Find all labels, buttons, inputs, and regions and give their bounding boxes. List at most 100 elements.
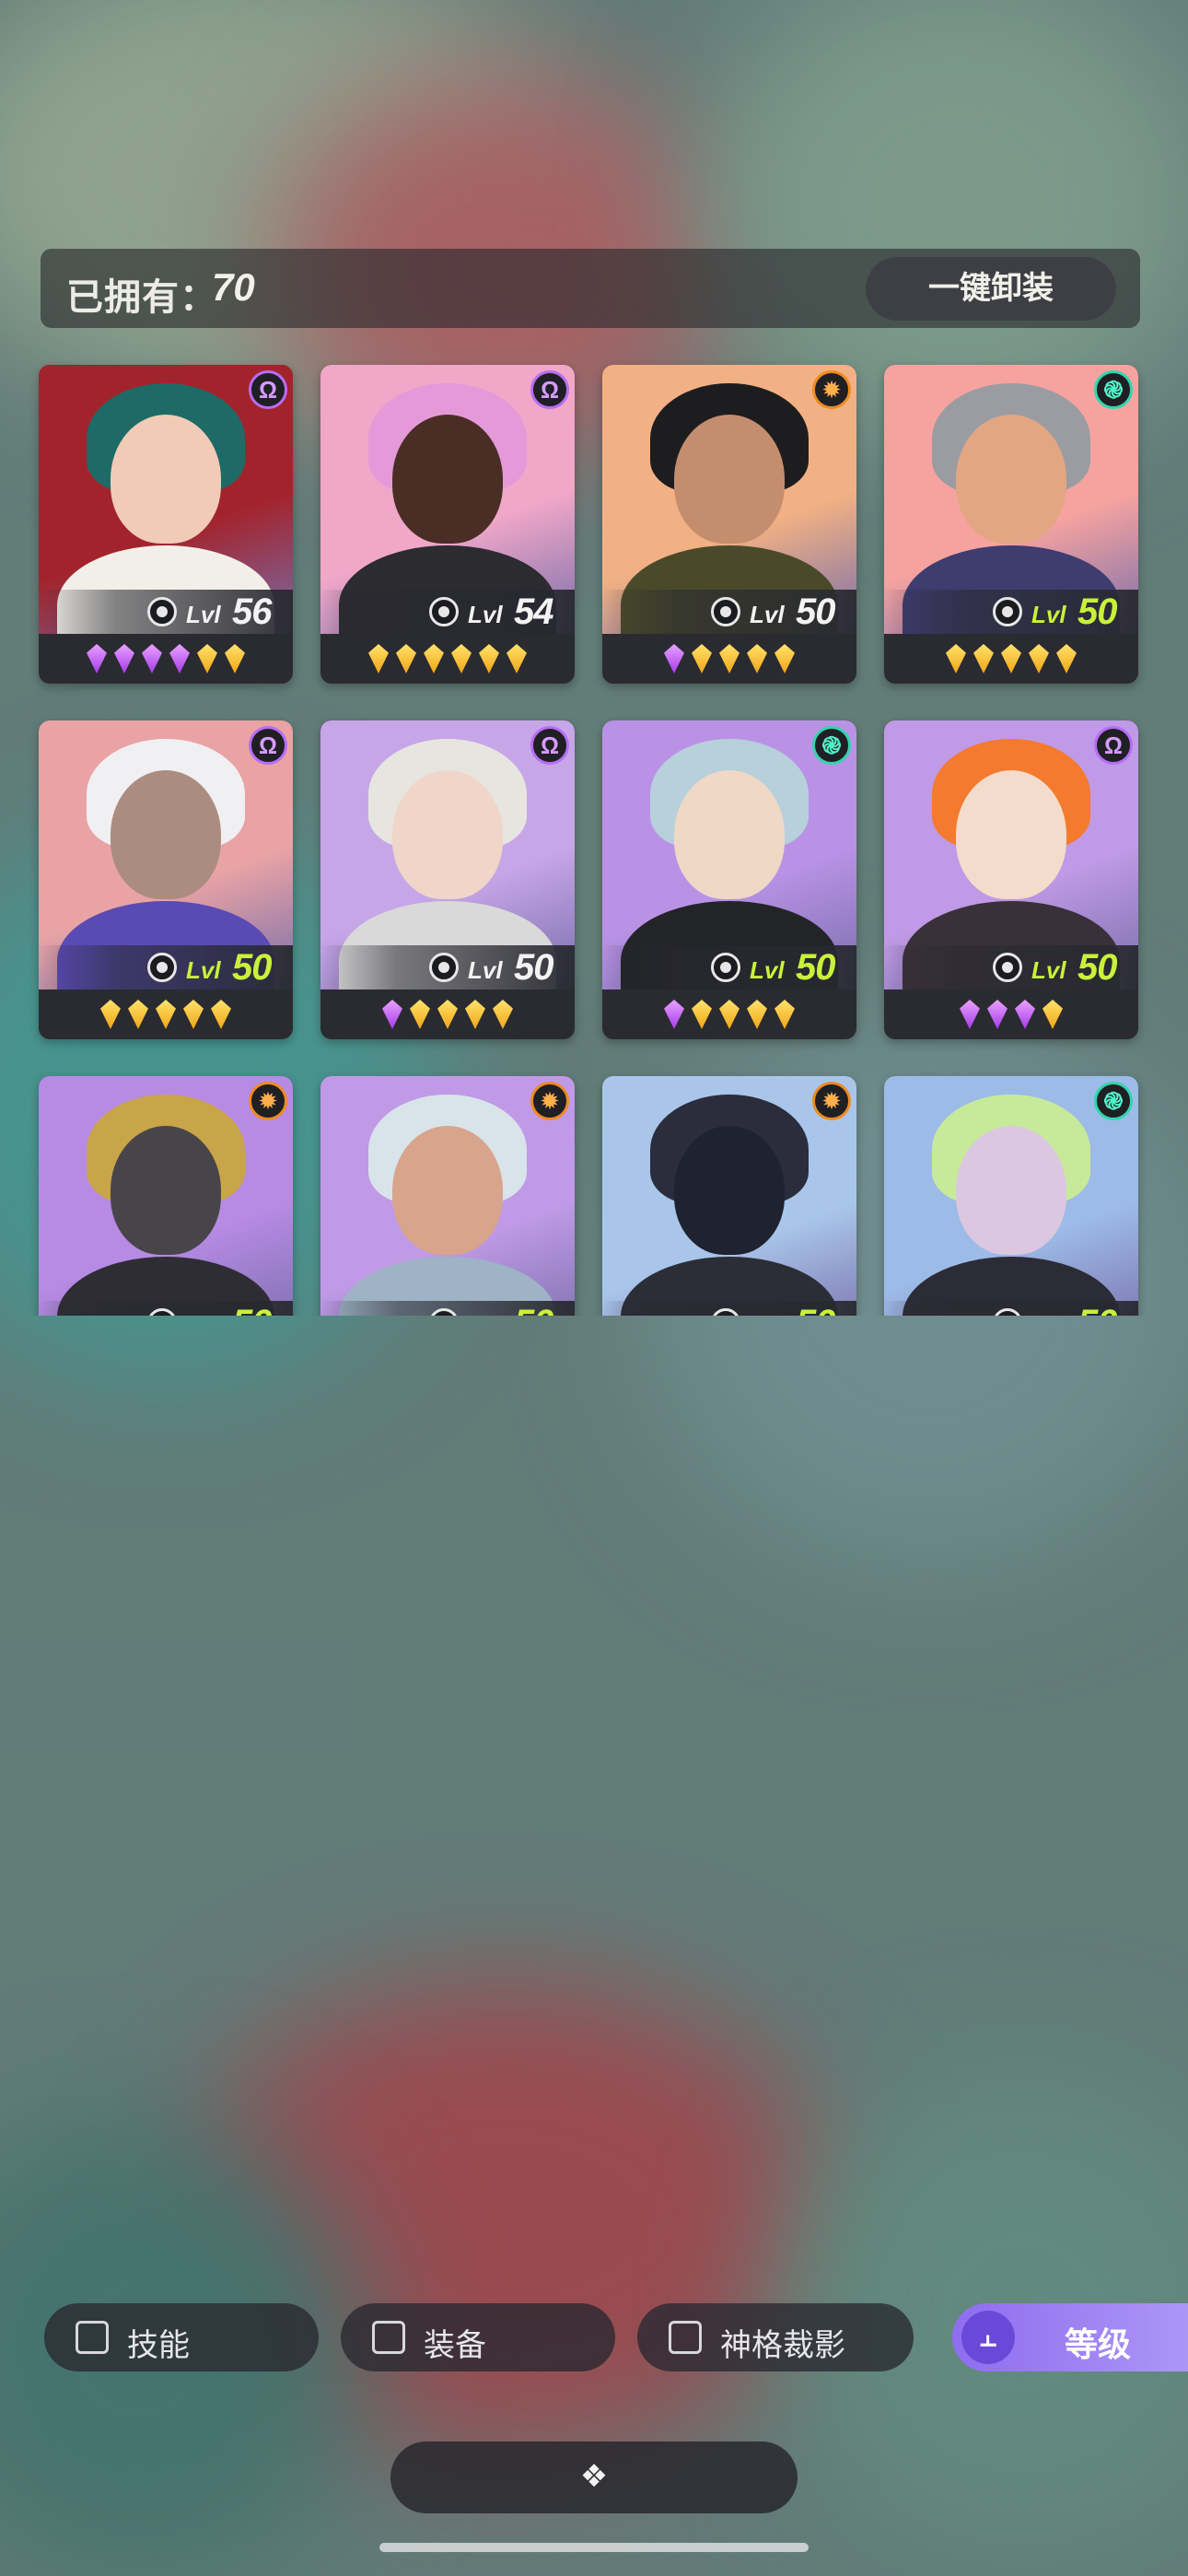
level-prefix: Lvl xyxy=(750,601,785,628)
rank-gems xyxy=(320,995,575,1034)
rank-gems xyxy=(39,639,293,678)
hero-card[interactable]: ✹ Lvl 50 xyxy=(602,1076,856,1316)
skill-filter[interactable]: 技能 xyxy=(44,2303,319,2371)
hero-level: 50 xyxy=(232,947,272,988)
owned-heroes-bar: 已拥有： 70 一键卸装 xyxy=(41,249,1140,328)
purple-gem-icon xyxy=(960,1000,980,1029)
level-prefix: Lvl xyxy=(1031,601,1066,628)
aperture-icon xyxy=(993,597,1022,626)
gold-gem-icon xyxy=(1001,644,1021,673)
gold-gem-icon xyxy=(465,1000,485,1029)
gold-gem-icon xyxy=(719,1000,740,1029)
gold-gem-icon xyxy=(747,644,767,673)
gold-gem-icon xyxy=(437,1000,458,1029)
hero-level: 54 xyxy=(514,591,553,632)
gold-gem-icon xyxy=(719,644,740,673)
hero-level: 50 xyxy=(514,1303,553,1316)
gold-gem-icon xyxy=(692,644,712,673)
rank-gems xyxy=(884,639,1138,678)
gold-gem-icon xyxy=(396,644,416,673)
hero-level: 50 xyxy=(1077,1303,1117,1316)
sort-by-level-button[interactable]: ⫠ 等级 xyxy=(952,2303,1188,2371)
gold-gem-icon xyxy=(1056,644,1077,673)
aperture-icon xyxy=(993,953,1022,982)
hero-card[interactable]: ֎ Lvl 50 xyxy=(884,365,1138,684)
level-prefix: Lvl xyxy=(468,956,503,984)
hero-card[interactable]: ֎ Lvl 50 xyxy=(884,1076,1138,1316)
equipment-filter-label: 装备 xyxy=(424,2328,486,2363)
gold-gem-icon xyxy=(775,644,795,673)
gold-gem-icon xyxy=(100,1000,121,1029)
tide-class-icon: ֎ xyxy=(812,726,851,765)
hero-card[interactable]: Ω Lvl 50 xyxy=(39,720,293,1039)
purple-gem-icon xyxy=(382,1000,402,1029)
rank-gems xyxy=(320,639,575,678)
gold-gem-icon xyxy=(692,1000,712,1029)
void-class-icon: Ω xyxy=(1094,726,1133,765)
solar-class-icon: ✹ xyxy=(249,1082,287,1120)
hero-card[interactable]: Ω Lvl 50 xyxy=(884,720,1138,1039)
level-prefix: Lvl xyxy=(1031,956,1066,984)
void-class-icon: Ω xyxy=(530,370,569,409)
aperture-icon xyxy=(429,953,459,982)
hero-level: 50 xyxy=(796,591,835,632)
solar-class-icon: ✹ xyxy=(812,370,851,409)
unequip-all-button[interactable]: 一键卸装 xyxy=(866,256,1116,321)
equipment-checkbox[interactable] xyxy=(372,2321,405,2354)
gold-gem-icon xyxy=(493,1000,513,1029)
level-prefix: Lvl xyxy=(1031,1312,1066,1316)
purple-gem-icon xyxy=(1015,1000,1035,1029)
level-prefix: Lvl xyxy=(186,956,221,984)
purple-gem-icon xyxy=(664,644,684,673)
collapse-panel-button[interactable]: ❖ xyxy=(390,2441,798,2513)
sort-label: 等级 xyxy=(1065,2325,1132,2363)
gold-gem-icon xyxy=(368,644,389,673)
hero-level: 50 xyxy=(232,1303,272,1316)
owned-count: 70 xyxy=(212,265,255,309)
equipment-filter[interactable]: 装备 xyxy=(341,2303,615,2371)
hero-level: 50 xyxy=(796,1303,835,1316)
hero-card[interactable]: Ω Lvl 56 xyxy=(39,365,293,684)
gold-gem-icon xyxy=(451,644,472,673)
hero-level: 50 xyxy=(514,947,553,988)
level-prefix: Lvl xyxy=(750,956,785,984)
hero-card[interactable]: ✹ Lvl 50 xyxy=(39,1076,293,1316)
hero-card[interactable]: Ω Lvl 50 xyxy=(320,720,575,1039)
divine-checkbox[interactable] xyxy=(669,2321,702,2354)
divine-filter-label: 神格裁影 xyxy=(720,2328,845,2363)
gold-gem-icon xyxy=(775,1000,795,1029)
void-class-icon: Ω xyxy=(249,726,287,765)
hero-grid[interactable]: Ω Lvl 56 Ω Lvl 54 ✹ Lvl 50 ֎ Lvl 50 Ω Lvl 50 Ω Lvl 50 ֎ Lvl… xyxy=(0,357,1188,1316)
gold-gem-icon xyxy=(197,644,217,673)
skill-checkbox[interactable] xyxy=(76,2321,109,2354)
purple-gem-icon xyxy=(114,644,134,673)
double-chevron-down-icon: ⫠ xyxy=(961,2311,1015,2364)
gold-gem-icon xyxy=(1029,644,1049,673)
gold-gem-icon xyxy=(225,644,245,673)
gold-gem-icon xyxy=(479,644,499,673)
aperture-icon xyxy=(711,597,740,626)
hero-card[interactable]: ✹ Lvl 50 xyxy=(320,1076,575,1316)
aperture-icon xyxy=(147,597,177,626)
purple-gem-icon xyxy=(142,644,162,673)
level-prefix: Lvl xyxy=(186,1312,221,1316)
void-class-icon: Ω xyxy=(249,370,287,409)
hero-card[interactable]: ֎ Lvl 50 xyxy=(602,720,856,1039)
gold-gem-icon xyxy=(183,1000,204,1029)
hero-level: 50 xyxy=(1077,947,1117,988)
level-prefix: Lvl xyxy=(468,601,503,628)
solar-class-icon: ✹ xyxy=(812,1082,851,1120)
hero-card[interactable]: Ω Lvl 54 xyxy=(320,365,575,684)
gold-gem-icon xyxy=(410,1000,430,1029)
gold-gem-icon xyxy=(1042,1000,1063,1029)
rank-gems xyxy=(884,995,1138,1034)
hero-card[interactable]: ✹ Lvl 50 xyxy=(602,365,856,684)
solar-class-icon: ✹ xyxy=(530,1082,569,1120)
gold-gem-icon xyxy=(424,644,444,673)
hero-level: 50 xyxy=(796,947,835,988)
tide-class-icon: ֎ xyxy=(1094,1082,1133,1120)
purple-gem-icon xyxy=(169,644,190,673)
gold-gem-icon xyxy=(507,644,527,673)
purple-gem-icon xyxy=(87,644,107,673)
divine-filter[interactable]: 神格裁影 xyxy=(637,2303,914,2371)
